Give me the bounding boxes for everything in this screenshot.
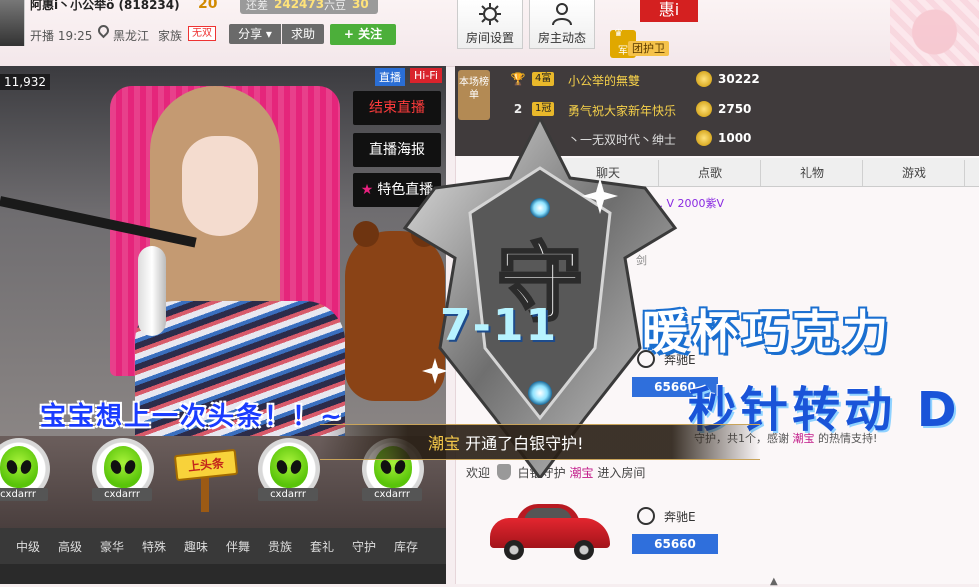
gift-category-tab[interactable]: 贵族: [268, 538, 292, 555]
anchor-location: 黑龙江: [113, 29, 150, 43]
viewer-count: 11,932: [0, 74, 50, 90]
level-progress-box: 还差 242473 六豆 30: [240, 0, 378, 14]
notice-text: 开通了白银守护!: [465, 434, 584, 453]
gift-strip: [0, 564, 446, 584]
alien-icon: [270, 446, 308, 488]
gift-category-tab[interactable]: 守护: [352, 538, 376, 555]
promo-date: 7-11: [440, 300, 559, 351]
alien-icon: [104, 446, 142, 488]
person-icon: [552, 3, 572, 26]
tab-gifts[interactable]: 礼物: [762, 160, 863, 186]
gift-item[interactable]: cxdarrr: [0, 438, 50, 514]
rank-score: 2750: [718, 102, 752, 116]
rank-score: 1000: [718, 131, 752, 145]
anchor-hui-sign: 惠i: [640, 0, 698, 22]
gift-category-tab[interactable]: 特殊: [142, 538, 166, 555]
help-button[interactable]: 求助: [282, 24, 324, 44]
rank-row[interactable]: 🏆 4富 小公举的無雙 30222: [510, 69, 890, 91]
gift-name: cxdarrr: [92, 488, 152, 501]
gift-name: cxdarrr: [258, 488, 318, 501]
diff-value: 242473: [274, 0, 325, 11]
follow-button[interactable]: + 关注: [330, 24, 396, 45]
live-start-time: 开播 19:25: [30, 29, 93, 43]
gift-item[interactable]: cxdarrr: [92, 438, 154, 514]
gift-category-tab[interactable]: 伴舞: [226, 538, 250, 555]
star-icon: ★: [360, 182, 374, 198]
bean-label: 六豆: [324, 0, 346, 12]
guard-notice: 潮宝 开通了白银守护!: [428, 430, 584, 454]
trophy-icon: 🏆: [510, 72, 526, 86]
gift-name: cxdarrr: [0, 488, 48, 501]
anchor-avatar[interactable]: [0, 0, 25, 46]
car-image: [490, 500, 620, 560]
rank-level: 4富: [532, 72, 555, 86]
rank-label: 本场榜单: [458, 70, 490, 120]
guard-label[interactable]: 团护卫: [628, 41, 669, 56]
hifi-tag: Hi-Fi: [410, 68, 442, 83]
gift-category-tab[interactable]: 套礼: [310, 538, 334, 555]
family-badge[interactable]: 无双: [188, 26, 216, 41]
rank-score: 30222: [718, 72, 760, 86]
rank-user-name: 勇气祝大家新年快乐: [568, 104, 677, 118]
gift-name: cxdarrr: [362, 488, 422, 501]
car-wheel: [574, 540, 594, 560]
gift-category-tab[interactable]: 高级: [58, 538, 82, 555]
car-name: 奔驰E: [664, 510, 696, 524]
coin-icon: [696, 101, 712, 117]
gift-category-tab[interactable]: 中级: [16, 538, 40, 555]
gift-category-tab[interactable]: 趣味: [184, 538, 208, 555]
video-caption: 宝宝想上一次头条！！~: [40, 402, 344, 432]
anchor-name: 阿惠i丶小公举ô (818234): [30, 0, 180, 12]
diff-label: 还差: [246, 0, 268, 12]
anchor-level-badge: 20: [198, 0, 218, 12]
coin-icon: [696, 130, 712, 146]
gear-icon: [479, 3, 501, 25]
microphone-icon: [138, 246, 166, 336]
bean-level: 30: [352, 0, 369, 11]
notice-user[interactable]: 潮宝: [428, 434, 460, 453]
live-tag: 直播: [375, 68, 405, 86]
tab-games[interactable]: 游戏: [864, 160, 965, 186]
headline-sign-post: [201, 476, 209, 512]
gift-item[interactable]: cxdarrr: [258, 438, 320, 514]
share-button[interactable]: 分享 ▾: [229, 24, 281, 44]
car-wheel: [504, 540, 524, 560]
rank-level: 1冠: [532, 102, 555, 116]
car-score: 65660: [632, 534, 718, 554]
mercedes-logo-icon: [637, 507, 655, 525]
crown-icon: ♛: [614, 28, 623, 39]
rank-user-name: 小公举的無雙: [568, 74, 641, 88]
owner-news-label: 房主动态: [537, 31, 586, 45]
room-settings-button[interactable]: 房间设置: [457, 0, 523, 49]
coin-icon: [696, 71, 712, 87]
share-label: 分享: [238, 27, 263, 41]
alien-icon: [0, 446, 38, 488]
video-streamer-face: [182, 136, 258, 236]
rank-number: 2: [513, 102, 523, 116]
scroll-up-arrow-icon[interactable]: ▲: [770, 576, 778, 587]
gift-category-tab[interactable]: 豪华: [100, 538, 124, 555]
family-label: 家族: [158, 29, 183, 43]
gift-category-tab[interactable]: 库存: [394, 538, 418, 555]
room-settings-label: 房间设置: [465, 31, 514, 45]
owner-news-button[interactable]: 房主动态: [529, 0, 595, 49]
